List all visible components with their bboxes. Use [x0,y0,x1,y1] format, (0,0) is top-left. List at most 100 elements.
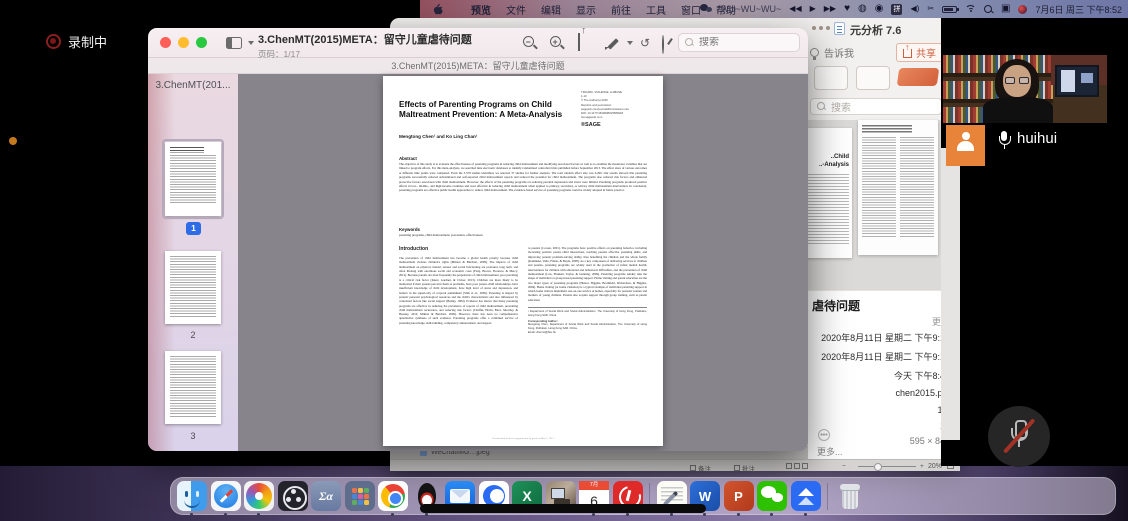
dock-stats-app-icon[interactable]: Σα [311,481,341,511]
wechat-status-icon[interactable] [700,4,713,14]
menu-file[interactable]: 文件 [506,2,526,17]
tell-me-button[interactable]: 告诉我 [810,45,854,60]
dock-trash-icon[interactable] [835,481,865,511]
zoom-in-icon[interactable]: + [550,36,566,51]
record-status-icon[interactable]: ◍ [858,4,867,14]
dock-finder-icon[interactable] [177,481,207,511]
preview-window: 3.ChenMT(2015)META：留守儿童虐待问题 页码：1/17 − + … [148,28,808,451]
lightbulb-icon [810,48,819,57]
heart-icon[interactable]: ♥ [844,4,850,14]
keywords-text: parenting programs, child maltreatment, … [399,233,483,237]
annotation-toggle[interactable]: 批注 [734,463,755,473]
dock-pinwheel-app-icon[interactable] [244,481,274,511]
document-icon [834,22,845,35]
markup-chevron-icon[interactable] [627,41,633,45]
input-method-icon[interactable]: 拼 [891,4,902,15]
info-created-date: 2020年8月11日 星期二 下午9:16 [821,331,950,344]
pdf-page[interactable]: TRAUMA, VIOLENCE, & ABUSE 1-13 © The Aut… [383,76,663,446]
menu-window[interactable]: 窗口 [681,2,701,17]
page-thumbnail-3[interactable] [165,351,221,424]
body-column-1: Introduction The prevention of child mal… [399,246,518,335]
participant-video [943,55,1107,123]
markup-pencil-icon[interactable] [606,36,622,51]
dock-wechat-icon[interactable] [757,481,787,511]
menu-tools[interactable]: 工具 [646,2,666,17]
preview-title-bar[interactable]: 3.ChenMT(2015)META：留守儿童虐待问题 页码：1/17 − + … [148,28,808,58]
status-text: WU~WU~WU~ [721,4,782,14]
ribbon-button-2[interactable] [856,66,890,90]
file-info-panel: 虐待问题 更少 2020年8月11日 星期二 下午9:16 2020年8月11日… [808,290,960,459]
window-edge-strip [941,148,960,440]
menu-bar-clock[interactable]: 7月6日 周三 下午8:52 [1035,3,1122,16]
search-input[interactable] [699,37,784,48]
dock-obs-icon[interactable] [278,481,308,511]
media-next-icon[interactable]: ▶▶ [824,5,836,13]
status-app-icon[interactable] [1018,5,1027,14]
mute-microphone-button[interactable] [988,406,1050,467]
dock-safari-icon[interactable] [211,481,241,511]
zoom-slider[interactable] [858,466,916,467]
microphone-icon [998,131,1010,151]
page-thumbnail-1[interactable] [165,142,221,216]
dock-divider [827,483,828,510]
ribbon-pen-tool[interactable] [897,68,940,86]
menu-view[interactable]: 显示 [576,2,596,17]
menu-go[interactable]: 前往 [611,2,631,17]
thumbnail-sidebar: 3.ChenMT(201... 1 2 3 [148,74,238,451]
zoom-in-button[interactable]: + [920,463,924,470]
document-thumbnail-right[interactable] [858,120,938,255]
share-button[interactable]: 共享 [896,43,943,62]
sidebar-toggle-icon[interactable] [226,37,242,49]
ellipsis-icon[interactable]: ••• [818,429,830,441]
search-icon [685,38,694,47]
battery-icon[interactable] [942,6,957,13]
rotate-icon[interactable]: ↺ [640,37,656,52]
recording-indicator: 录制中 [46,32,107,51]
page-thumbnail-2[interactable] [165,251,221,324]
paper-body-columns: Introduction The prevention of child mal… [399,246,647,335]
info-modified-date: 2020年8月11日 星期二 下午9:16 [821,350,950,363]
window-controls-dots-icon[interactable] [812,26,830,30]
page-title-lines [862,125,912,133]
abstract-text: The objective of this study is to evalua… [399,162,647,193]
spotlight-search-icon[interactable] [984,5,993,14]
volume-icon[interactable]: ◀) [910,5,919,13]
zoom-slider-knob[interactable] [874,463,882,471]
zoom-out-button[interactable]: − [842,463,846,470]
media-play-icon[interactable]: ▶ [810,5,816,13]
ribbon-button-1[interactable] [814,66,848,90]
menu-edit[interactable]: 编辑 [541,2,561,17]
zoom-out-icon[interactable]: − [523,36,539,51]
participant-name: huihui [1017,130,1057,147]
close-button[interactable] [160,37,171,48]
media-previous-icon[interactable]: ◀◀ [789,5,801,13]
menu-preview[interactable]: 预览 [471,2,491,17]
apple-logo-icon[interactable] [432,3,443,16]
share-icon[interactable] [578,33,594,48]
notification-dot [9,137,17,145]
target-status-icon[interactable]: ◉ [875,4,884,14]
page-number-label: 2 [148,330,238,340]
minimize-button[interactable] [178,37,189,48]
wifi-icon[interactable] [965,5,976,14]
dock-powerpoint-icon[interactable]: P [724,481,754,511]
tool-status-icon[interactable]: ✂ [927,5,934,13]
view-mode-buttons[interactable] [786,463,808,469]
dock-tencent-docs-icon[interactable] [791,481,821,511]
menu-bar: 预览 文件 编辑 显示 前往 工具 窗口 帮助 WU~WU~WU~ ◀◀ ▶ ▶… [420,0,1128,18]
wps-search-field[interactable]: 搜索 [810,98,942,115]
dock-chrome-icon[interactable] [378,481,408,511]
zoom-window-button[interactable] [196,37,207,48]
wps-document-area[interactable]: ..Child ..-Analysis [790,120,960,292]
glasses [1005,77,1029,84]
preview-search-field[interactable] [678,33,800,52]
user-switch-icon[interactable]: ▣ [1001,4,1010,14]
markup-mode-icon[interactable] [662,36,678,51]
note-toggle[interactable]: 备注 [690,463,711,473]
sidebar-document-label: 3.ChenMT(201... [148,80,238,91]
dock-launchpad-icon[interactable] [345,481,375,511]
sidebar-chevron-icon[interactable] [248,41,254,45]
recording-label: 录制中 [68,32,107,51]
show-more-link[interactable]: 更多... [817,445,843,458]
zoom-level: 20% [928,463,942,470]
